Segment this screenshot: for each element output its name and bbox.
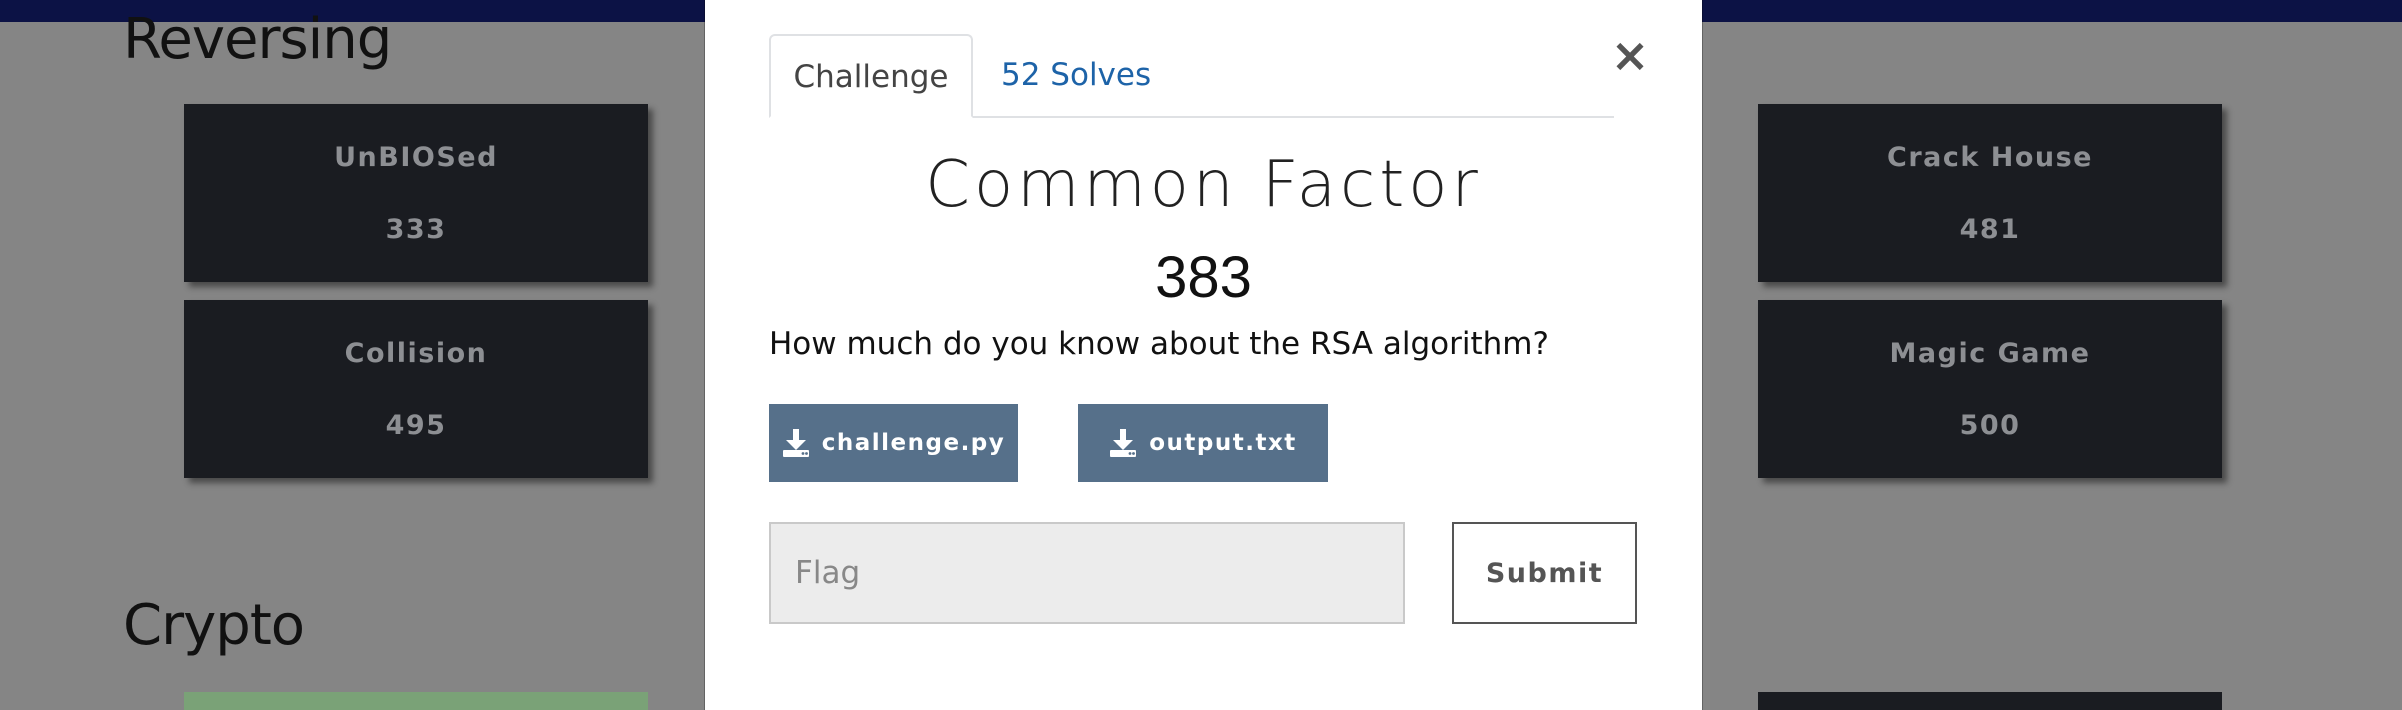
- challenge-name: Magic Game: [1889, 338, 2091, 369]
- section-title-reversing: Reversing: [123, 7, 392, 72]
- challenge-card-crypto-partial[interactable]: [1758, 692, 2222, 710]
- challenge-modal: Challenge 52 Solves × Common Factor 383 …: [705, 0, 1702, 710]
- challenge-description: How much do you know about the RSA algor…: [769, 326, 1549, 362]
- tab-challenge[interactable]: Challenge: [769, 34, 973, 118]
- challenge-points: 333: [385, 214, 447, 245]
- close-icon[interactable]: ×: [1605, 30, 1655, 80]
- challenge-name: Crack House: [1887, 142, 2093, 173]
- flag-input[interactable]: [769, 522, 1405, 624]
- challenge-value: 383: [1155, 245, 1252, 310]
- challenge-points: 481: [1959, 214, 2021, 245]
- challenge-name: Collision: [344, 338, 488, 369]
- file-name: challenge.py: [821, 430, 1006, 456]
- section-title-crypto: Crypto: [123, 593, 305, 658]
- modal-tabs: Challenge 52 Solves: [769, 34, 1614, 118]
- challenge-card-crypto-partial[interactable]: [184, 692, 648, 710]
- file-name: output.txt: [1149, 430, 1297, 456]
- challenge-name: UnBIOSed: [334, 142, 498, 173]
- download-icon: [782, 429, 809, 457]
- tab-solves[interactable]: 52 Solves: [1001, 34, 1151, 116]
- challenge-points: 500: [1959, 410, 2021, 441]
- challenge-points: 495: [385, 410, 447, 441]
- download-challenge-py-button[interactable]: challenge.py: [769, 404, 1018, 482]
- challenge-card-collision[interactable]: Collision 495: [184, 300, 648, 478]
- challenge-title: Common Factor: [925, 148, 1482, 222]
- challenge-card-unbiosed[interactable]: UnBIOSed 333: [184, 104, 648, 282]
- download-icon: [1110, 429, 1137, 457]
- submit-button[interactable]: Submit: [1452, 522, 1637, 624]
- download-output-txt-button[interactable]: output.txt: [1078, 404, 1328, 482]
- challenge-card-crack-house[interactable]: Crack House 481: [1758, 104, 2222, 282]
- challenge-card-magic-game[interactable]: Magic Game 500: [1758, 300, 2222, 478]
